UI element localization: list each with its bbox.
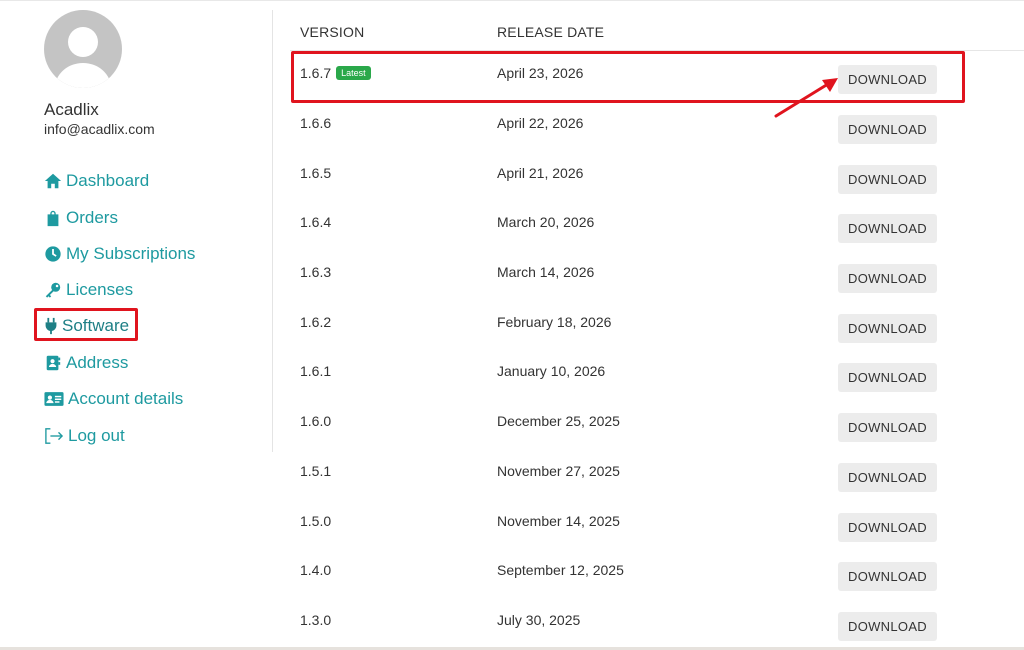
- download-button[interactable]: DOWNLOAD: [838, 363, 937, 392]
- nav-item-log-out[interactable]: Log out: [44, 424, 125, 448]
- user-email: info@acadlix.com: [44, 121, 155, 137]
- download-button[interactable]: DOWNLOAD: [838, 612, 937, 641]
- version-cell: 1.6.1: [300, 363, 332, 379]
- download-button[interactable]: DOWNLOAD: [838, 165, 937, 194]
- nav-label: Licenses: [66, 280, 134, 299]
- avatar: [44, 10, 122, 88]
- table-row: 1.6.3 March 14, 2026 DOWNLOAD: [290, 250, 1024, 300]
- top-divider: [0, 0, 1024, 1]
- release-date-cell: December 25, 2025: [497, 413, 620, 429]
- nav-item-licenses[interactable]: Licenses: [44, 278, 133, 302]
- version-cell: 1.4.0: [300, 562, 332, 578]
- latest-row-highlight-box: [291, 51, 965, 103]
- nav-label: Address: [66, 353, 129, 372]
- table-row: 1.6.5 April 21, 2026 DOWNLOAD: [290, 151, 1024, 201]
- table-row: 1.6.0 December 25, 2025 DOWNLOAD: [290, 399, 1024, 449]
- download-button[interactable]: DOWNLOAD: [838, 463, 937, 492]
- nav-item-orders[interactable]: Orders: [44, 206, 118, 230]
- id-card-icon: [44, 390, 64, 408]
- nav-item-account-details[interactable]: Account details: [44, 387, 183, 411]
- release-date-cell: February 18, 2026: [497, 314, 612, 330]
- nav-label: Log out: [68, 426, 125, 445]
- download-button[interactable]: DOWNLOAD: [838, 264, 937, 293]
- release-date-cell: November 27, 2025: [497, 463, 620, 479]
- software-highlight-box: [34, 308, 138, 341]
- table-row: 1.6.2 February 18, 2026 DOWNLOAD: [290, 300, 1024, 350]
- version-cell: 1.5.1: [300, 463, 332, 479]
- table-row: 1.4.0 September 12, 2025 DOWNLOAD: [290, 548, 1024, 598]
- download-button[interactable]: DOWNLOAD: [838, 314, 937, 343]
- version-cell: 1.6.4: [300, 214, 332, 230]
- version-cell: 1.6.3: [300, 264, 332, 280]
- logout-icon: [44, 427, 64, 445]
- version-cell: 1.6.2: [300, 314, 332, 330]
- column-header-version: VERSION: [300, 24, 365, 40]
- annotation-arrow-icon: [774, 78, 838, 118]
- avatar-shoulders-shape: [55, 63, 111, 88]
- user-name: Acadlix: [44, 100, 99, 119]
- table-row: 1.6.1 January 10, 2026 DOWNLOAD: [290, 349, 1024, 399]
- clock-icon: [44, 245, 62, 263]
- sidebar-divider: [272, 10, 273, 452]
- column-header-release-date: RELEASE DATE: [497, 24, 605, 40]
- table-row: 1.6.4 March 20, 2026 DOWNLOAD: [290, 200, 1024, 250]
- download-button[interactable]: DOWNLOAD: [838, 413, 937, 442]
- table-row: 1.5.1 November 27, 2025 DOWNLOAD: [290, 449, 1024, 499]
- release-date-cell: April 21, 2026: [497, 165, 584, 181]
- release-date-cell: September 12, 2025: [497, 562, 624, 578]
- version-cell: 1.3.0: [300, 612, 332, 628]
- download-button[interactable]: DOWNLOAD: [838, 562, 937, 591]
- download-button[interactable]: DOWNLOAD: [838, 115, 937, 144]
- download-button[interactable]: DOWNLOAD: [838, 513, 937, 542]
- release-date-cell: January 10, 2026: [497, 363, 606, 379]
- nav-item-address[interactable]: Address: [44, 351, 128, 375]
- nav-label: My Subscriptions: [66, 244, 196, 263]
- home-icon: [44, 172, 62, 190]
- release-date-cell: November 14, 2025: [497, 513, 620, 529]
- release-date-cell: April 22, 2026: [497, 115, 584, 131]
- version-cell: 1.5.0: [300, 513, 332, 529]
- version-cell: 1.6.6: [300, 115, 332, 131]
- nav-item-my-subscriptions[interactable]: My Subscriptions: [44, 242, 195, 266]
- shopping-bag-icon: [44, 209, 62, 227]
- nav-label: Dashboard: [66, 171, 150, 190]
- release-date-cell: July 30, 2025: [497, 612, 581, 628]
- version-cell: 1.6.5: [300, 165, 332, 181]
- address-book-icon: [44, 354, 62, 372]
- nav-label: Orders: [66, 208, 118, 227]
- table-row: 1.5.0 November 14, 2025 DOWNLOAD: [290, 499, 1024, 549]
- nav-item-dashboard[interactable]: Dashboard: [44, 169, 149, 193]
- release-date-cell: March 14, 2026: [497, 264, 595, 280]
- key-icon: [44, 281, 62, 299]
- version-cell: 1.6.0: [300, 413, 332, 429]
- release-date-cell: March 20, 2026: [497, 214, 595, 230]
- download-button[interactable]: DOWNLOAD: [838, 214, 937, 243]
- table-row: 1.3.0 July 30, 2025 DOWNLOAD: [290, 598, 1024, 648]
- table-row: 1.6.6 April 22, 2026 DOWNLOAD: [290, 101, 1024, 151]
- avatar-head-shape: [68, 27, 98, 57]
- nav-label: Account details: [68, 389, 184, 408]
